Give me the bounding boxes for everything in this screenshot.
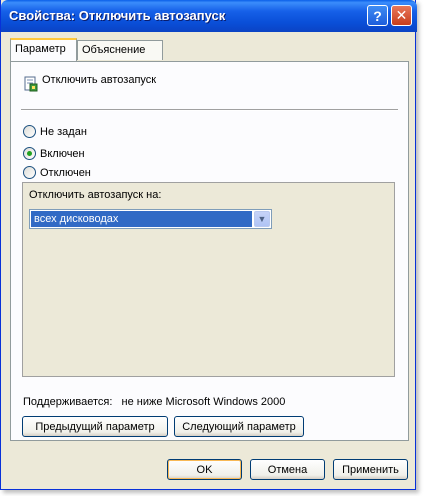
options-box: Отключить автозапуск на: всех дисководах… <box>22 182 395 377</box>
radio-button[interactable] <box>23 125 36 138</box>
properties-dialog: Свойства: Отключить автозапуск ? ✕ Парам… <box>0 0 417 490</box>
radio-enabled[interactable]: Включен <box>23 147 85 160</box>
tab-explanation[interactable]: Объяснение <box>77 40 163 60</box>
supported-info: Поддерживается: не ниже Microsoft Window… <box>23 396 285 408</box>
supported-value: не ниже Microsoft Windows 2000 <box>121 396 286 408</box>
tab-parameter[interactable]: Параметр <box>10 38 77 61</box>
ok-button[interactable]: OK <box>167 459 242 480</box>
apply-button[interactable]: Применить <box>333 459 408 480</box>
radio-label: Включен <box>40 147 85 160</box>
title-bar[interactable]: Свойства: Отключить автозапуск ? ✕ <box>1 0 417 32</box>
window-title: Свойства: Отключить автозапуск <box>9 8 226 23</box>
radio-button-checked[interactable] <box>23 147 36 160</box>
options-label: Отключить автозапуск на: <box>29 189 162 201</box>
close-icon: ✕ <box>395 7 408 23</box>
settings-panel: Отключить автозапуск Не задан Включен От… <box>10 61 409 441</box>
radio-label: Не задан <box>40 125 87 138</box>
next-setting-button[interactable]: Следующий параметр <box>174 416 304 437</box>
help-button[interactable]: ? <box>367 5 388 26</box>
radio-label: Отключен <box>40 166 91 179</box>
previous-setting-button[interactable]: Предыдущий параметр <box>22 416 168 437</box>
policy-name: Отключить автозапуск <box>42 74 157 86</box>
radio-button[interactable] <box>23 166 36 179</box>
separator <box>21 109 398 111</box>
supported-label: Поддерживается: <box>23 396 113 408</box>
policy-icon <box>24 76 38 92</box>
chevron-down-icon[interactable]: ▼ <box>254 211 270 227</box>
help-icon: ? <box>373 7 382 24</box>
close-button[interactable]: ✕ <box>391 5 412 26</box>
radio-disabled[interactable]: Отключен <box>23 166 91 179</box>
cancel-button[interactable]: Отмена <box>250 459 325 480</box>
drive-select[interactable]: всех дисководах ▼ <box>29 209 272 229</box>
radio-not-configured[interactable]: Не задан <box>23 125 87 138</box>
drive-select-value: всех дисководах <box>31 211 252 227</box>
